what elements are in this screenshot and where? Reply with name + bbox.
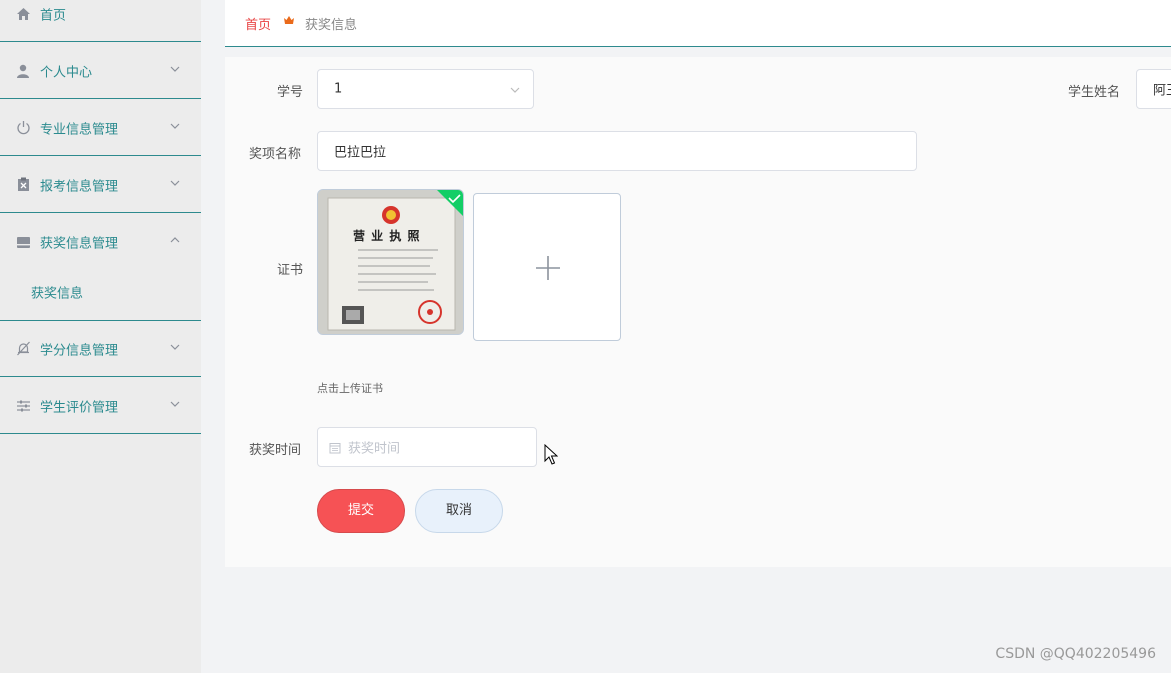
chevron-down-icon: [170, 180, 180, 186]
plus-icon: [536, 256, 560, 280]
breadcrumb-current: 获奖信息: [305, 18, 358, 33]
bell-off-icon: [15, 341, 31, 357]
award-name-label: 奖项名称: [249, 147, 302, 162]
award-name-value: 巴拉巴拉: [334, 145, 387, 161]
student-id-value: 1: [334, 81, 343, 97]
student-name-value: 阿王: [1153, 83, 1171, 99]
chevron-down-icon: [170, 123, 180, 129]
user-icon: [15, 63, 31, 79]
certificate-title: 营 业 执 照: [353, 229, 421, 243]
chevron-down-icon: [510, 87, 520, 93]
sidebar-item-award-info[interactable]: 获奖信息管理: [0, 214, 201, 270]
sidebar-item-label: 获奖信息管理: [40, 236, 119, 252]
crown-icon: [284, 16, 294, 24]
sidebar-item-student-eval[interactable]: 学生评价管理: [0, 378, 201, 434]
sidebar-item-label: 首页: [40, 8, 67, 23]
certificate-label: 证书: [277, 263, 304, 278]
certificate-image: [318, 190, 463, 334]
sidebar: 首页 个人中心 专业信息管理 报考信息管理 获奖信息管理 获奖信息 学分信息管理…: [0, 0, 201, 673]
student-name-field[interactable]: 阿王: [1136, 69, 1171, 109]
upload-certificate-button[interactable]: [473, 193, 621, 341]
breadcrumb: 首页 获奖信息: [225, 0, 1171, 47]
chevron-down-icon: [170, 344, 180, 350]
student-name-label: 学生姓名: [1068, 85, 1121, 100]
sliders-icon: [15, 398, 31, 414]
chevron-up-icon: [170, 237, 180, 243]
sidebar-item-label: 学生评价管理: [40, 400, 119, 415]
sidebar-item-label: 报考信息管理: [40, 179, 119, 194]
sidebar-subitem-award[interactable]: 获奖信息: [0, 264, 201, 321]
sidebar-item-major-info[interactable]: 专业信息管理: [0, 100, 201, 156]
cancel-button[interactable]: 取消: [415, 489, 503, 533]
sidebar-item-exam-info[interactable]: 报考信息管理: [0, 157, 201, 213]
award-time-label: 获奖时间: [249, 443, 302, 458]
breadcrumb-home-link[interactable]: 首页: [245, 14, 271, 33]
home-icon: [15, 6, 31, 22]
upload-hint: 点击上传证书: [317, 382, 383, 395]
student-id-label: 学号: [277, 85, 304, 100]
sidebar-item-label: 专业信息管理: [40, 122, 119, 137]
chevron-down-icon: [170, 66, 180, 72]
submit-button[interactable]: 提交: [317, 489, 405, 533]
mouse-cursor-icon: [544, 444, 558, 465]
chevron-down-icon: [170, 401, 180, 407]
watermark: CSDN @QQ402205496: [995, 646, 1156, 662]
certificate-thumbnail[interactable]: 营 业 执 照: [317, 189, 464, 335]
sidebar-item-personal-center[interactable]: 个人中心: [0, 43, 201, 99]
award-name-field[interactable]: 巴拉巴拉: [317, 131, 917, 171]
sidebar-item-home[interactable]: 首页: [0, 0, 201, 42]
student-id-select[interactable]: 1: [317, 69, 534, 109]
inbox-icon: [15, 234, 31, 250]
clipboard-icon: [15, 177, 31, 193]
sidebar-item-label: 个人中心: [40, 65, 93, 80]
sidebar-item-label: 学分信息管理: [40, 343, 119, 358]
calendar-icon: [329, 443, 341, 454]
award-time-placeholder: 获奖时间: [348, 441, 401, 457]
power-icon: [15, 120, 31, 136]
sidebar-item-credit-info[interactable]: 学分信息管理: [0, 321, 201, 377]
award-time-picker[interactable]: 获奖时间: [317, 427, 537, 467]
sidebar-subitem-label: 获奖信息: [31, 286, 84, 302]
